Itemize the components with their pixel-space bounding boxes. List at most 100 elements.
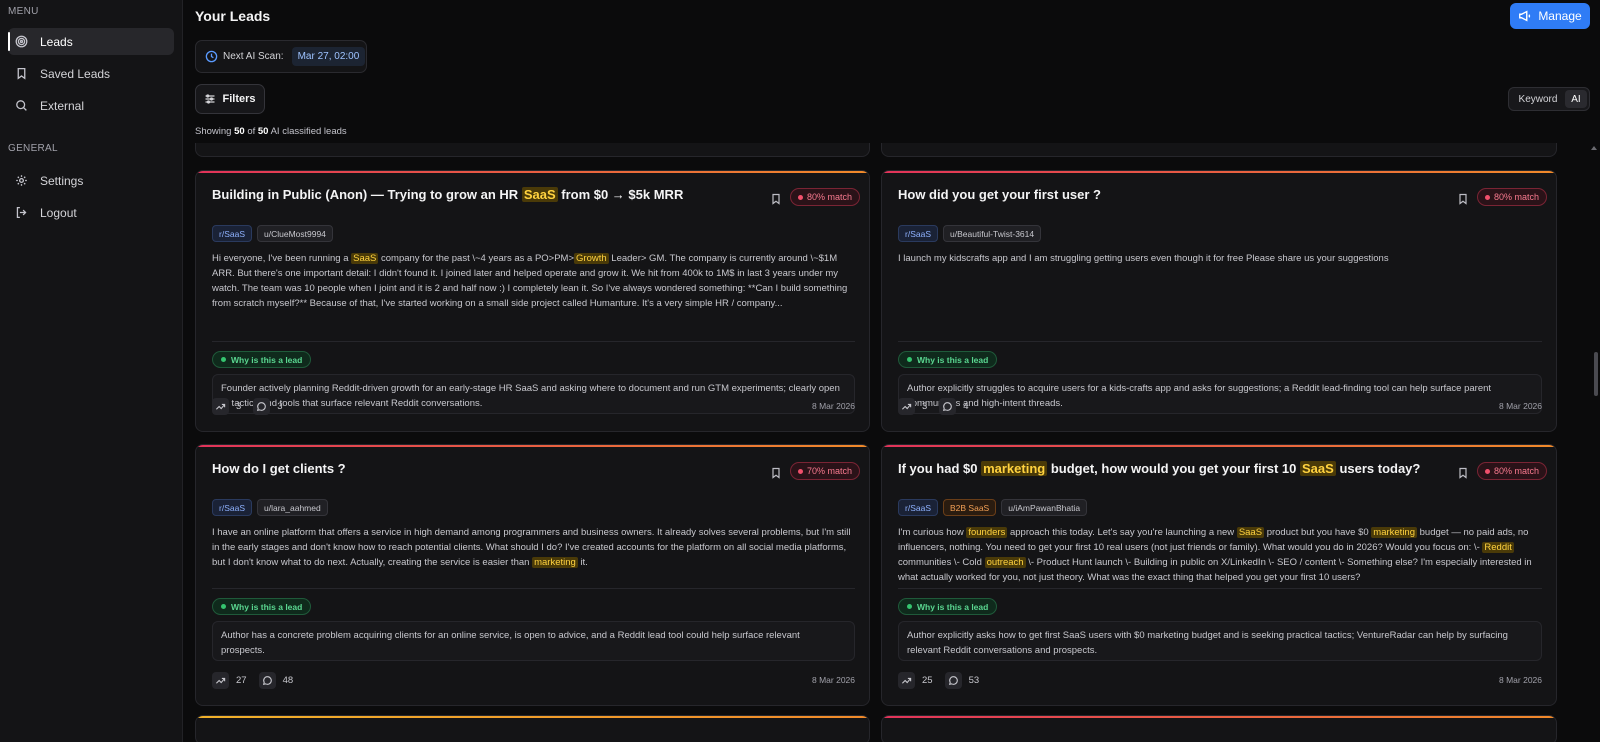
card-stub [195,143,870,157]
user-tag[interactable]: u/lara_aahmed [257,499,328,516]
category-tag: B2B SaaS [943,499,997,516]
manage-label: Manage [1538,9,1582,23]
match-badge: 80% match [790,188,861,206]
body-text: Hi everyone, I've been running a [212,253,352,264]
megaphone-icon [1519,10,1531,22]
showing-prefix: Showing [195,126,232,137]
lead-card[interactable]: How did you get your first user ? 80% mat… [881,170,1557,432]
gear-icon [14,174,28,188]
bookmark-icon [14,67,28,81]
scrollbar-thumb[interactable] [1594,352,1598,396]
user-tag[interactable]: u/Beautiful-Twist-3614 [943,225,1042,242]
highlighted-keyword: SaaS [521,187,558,202]
title-text: If you had $0 [898,461,982,476]
page-title: Your Leads [195,8,271,24]
highlighted-keyword: SaaS [1236,527,1265,538]
scroll-up-arrow[interactable] [1591,146,1597,150]
post-date: 8 Mar 2026 [812,401,855,411]
why-lead-badge[interactable]: Why is this a lead [212,598,312,615]
toggle-keyword[interactable]: Keyword [1511,90,1565,108]
title-text: users today? [1335,461,1421,476]
subreddit-tag[interactable]: r/SaaS [898,225,938,242]
trending-up-icon [898,671,915,689]
upvotes-count: 3 [922,400,928,412]
lead-card[interactable]: How do I get clients ? 70% match r/SaaS u/l… [195,444,870,706]
trending-up-icon [898,397,915,415]
post-date: 8 Mar 2026 [1499,401,1542,411]
sidebar-item-label: Leads [40,34,73,49]
comment-icon [253,397,271,415]
divider [898,341,1542,342]
subreddit-tag[interactable]: r/SaaS [212,499,252,516]
manage-button[interactable]: Manage [1510,3,1590,29]
mode-toggle: Keyword AI [1508,87,1590,111]
highlighted-keyword: marketing [532,557,578,568]
divider [898,588,1542,589]
subreddit-tag[interactable]: r/SaaS [898,499,938,516]
lead-title[interactable]: How do I get clients ? [212,461,346,476]
bookmark-icon[interactable] [770,192,782,206]
body-text: I launch my kidscrafts app and I am stru… [898,253,1389,264]
sidebar-item-settings[interactable]: Settings [8,167,174,194]
upvotes-count: 25 [922,674,933,686]
comment-icon [258,671,276,689]
bookmark-icon[interactable] [1457,192,1469,206]
title-text: How did you get your first user ? [898,187,1101,202]
showing-total: 50 [257,126,269,137]
filters-button[interactable]: Filters [195,84,265,114]
sidebar-item-label: Saved Leads [40,66,111,81]
lead-card[interactable]: Building in Public (Anon) — Trying to gr… [195,170,870,432]
highlighted-keyword: marketing [1371,527,1417,538]
upvotes-stat: 25 [898,671,933,689]
comments-count: 3 [277,400,283,412]
why-lead-badge[interactable]: Why is this a lead [898,351,998,368]
user-tag[interactable]: u/iAmPawanBhatia [1001,499,1088,516]
card-footer: 3 4 8 Mar 2026 [898,397,1542,415]
clock-icon [205,50,218,63]
title-text: budget, how would you get your first 10 [1047,461,1301,476]
post-date: 8 Mar 2026 [1499,675,1542,685]
tag-row: r/SaaS u/ClueMost9994 [212,225,333,242]
subreddit-tag[interactable]: r/SaaS [212,225,252,242]
highlighted-keyword: SaaS [1300,461,1336,476]
comments-stat: 48 [258,671,293,689]
search-icon [14,99,28,113]
comments-stat: 4 [939,397,969,415]
match-badge: 80% match [1477,462,1548,480]
sidebar-item-saved-leads[interactable]: Saved Leads [8,60,174,87]
upvotes-stat: 27 [212,671,247,689]
sidebar-item-external[interactable]: External [8,92,174,119]
card-stub [881,143,1557,157]
title-text: How do I get clients ? [212,461,346,476]
bookmark-icon[interactable] [1457,466,1469,480]
filters-label: Filters [222,93,256,105]
highlighted-keyword: founders [966,527,1008,538]
scan-label: Next AI Scan: [223,51,284,62]
card-footer: 3 3 8 Mar 2026 [212,397,855,415]
sidebar-item-leads[interactable]: Leads [8,28,174,55]
trending-up-icon [212,397,229,415]
lead-title[interactable]: Building in Public (Anon) — Trying to gr… [212,187,683,202]
sliders-icon [205,94,215,104]
why-lead-badge[interactable]: Why is this a lead [212,351,312,368]
lead-card[interactable]: If you had $0 marketing budget, how woul… [881,444,1557,706]
sidebar-item-logout[interactable]: Logout [8,199,174,226]
comments-stat: 53 [944,671,979,689]
toggle-ai[interactable]: AI [1565,90,1587,108]
highlighted-keyword: outreach [984,557,1026,568]
user-tag[interactable]: u/ClueMost9994 [257,225,333,242]
comment-icon [939,397,957,415]
highlighted-keyword: Reddit [1482,542,1514,553]
lead-body: Hi everyone, I've been running a SaaS co… [212,251,855,311]
bookmark-icon[interactable] [770,466,782,480]
divider [212,341,855,342]
results-summary: Showing 50 of 50 AI classified leads [195,126,347,137]
lead-title[interactable]: How did you get your first user ? [898,187,1101,202]
lead-body: I'm curious how founders approach this t… [898,525,1542,585]
lead-title[interactable]: If you had $0 marketing budget, how woul… [898,461,1420,476]
lead-reason: Author explicitly asks how to get first … [898,621,1542,661]
previous-cards-stub [195,143,1590,157]
why-lead-badge[interactable]: Why is this a lead [898,598,998,615]
body-text: I'm curious how [898,527,967,538]
target-icon [14,35,28,49]
